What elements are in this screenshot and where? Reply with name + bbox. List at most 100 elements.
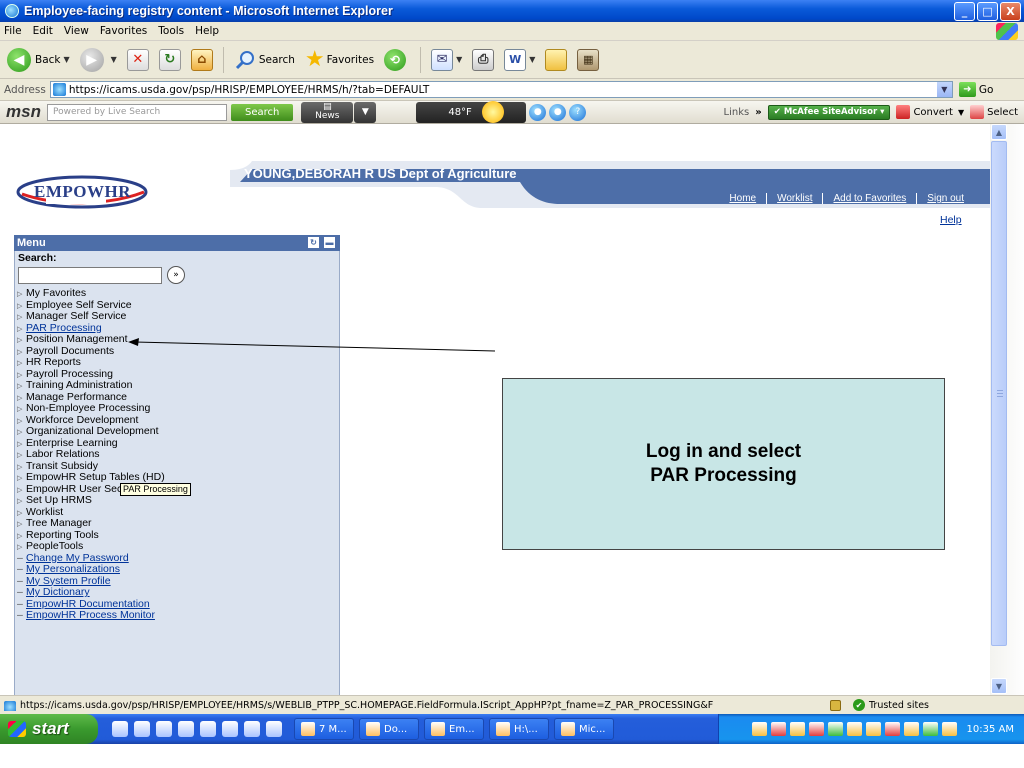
scroll-grip	[997, 396, 1003, 397]
menu-help[interactable]: Help	[195, 25, 219, 37]
tray-icon[interactable]	[884, 722, 900, 736]
help-link[interactable]: Help	[940, 214, 962, 226]
menu-item[interactable]: – EmpowHR Process Monitor	[17, 609, 167, 622]
back-dropdown-icon[interactable]: ▼	[64, 55, 70, 64]
mail-button[interactable]: ✉ ▼	[428, 45, 465, 75]
task-label: H:\...	[514, 723, 538, 735]
refresh-button[interactable]: ↻	[156, 45, 184, 75]
favorites-button[interactable]: ★ Favorites	[302, 45, 377, 75]
task-icon	[431, 722, 445, 736]
windows-logo-icon	[996, 23, 1018, 40]
print-button[interactable]: ⎙	[469, 45, 497, 75]
tray-icon[interactable]	[751, 722, 767, 736]
menu-edit[interactable]: Edit	[33, 25, 53, 37]
tray-icon[interactable]	[922, 722, 938, 736]
folder-button[interactable]	[542, 45, 570, 75]
tray-icon[interactable]	[789, 722, 805, 736]
expand-triangle-icon: ▷	[17, 314, 23, 321]
mail-dropdown-icon[interactable]: ▼	[456, 55, 462, 64]
favorites-label: Favorites	[326, 53, 375, 66]
mcafee-siteadvisor-button[interactable]: ✔ McAfee SiteAdvisor ▾	[767, 104, 891, 120]
task-button[interactable]: 7 M...	[294, 718, 354, 740]
task-button[interactable]: Em...	[424, 718, 484, 740]
menu-favorites[interactable]: Favorites	[100, 25, 147, 37]
sign-out-link[interactable]: Sign out	[917, 193, 974, 204]
menu-item-label: HR Reports	[26, 356, 81, 368]
stop-icon: ✕	[126, 48, 149, 71]
links-label[interactable]: Links	[724, 107, 750, 118]
close-button[interactable]: X	[1000, 2, 1021, 21]
msn-search-icon[interactable]: ●	[549, 103, 567, 121]
weather-widget[interactable]: 48°F	[416, 101, 527, 123]
history-button[interactable]: ⟲	[381, 45, 413, 75]
start-button[interactable]: start	[0, 714, 98, 744]
go-button[interactable]: ➜ Go	[958, 82, 993, 97]
news-dropdown-button[interactable]: ▼	[354, 101, 377, 123]
quicklaunch-icon[interactable]	[156, 721, 172, 737]
quicklaunch-icon[interactable]	[178, 721, 194, 737]
quicklaunch-icon[interactable]	[134, 721, 150, 737]
quicklaunch-icon[interactable]	[112, 721, 128, 737]
expand-triangle-icon: ▷	[17, 475, 23, 482]
back-button[interactable]: ◀ Back ▼	[4, 45, 73, 75]
quicklaunch-icon[interactable]	[222, 721, 238, 737]
menu-search-input[interactable]	[18, 267, 162, 284]
scroll-down-icon[interactable]: ▼	[991, 678, 1007, 694]
tray-icon[interactable]	[903, 722, 919, 736]
msn-search-input[interactable]: Powered by Live Search	[46, 103, 227, 121]
msn-logo[interactable]: msn	[6, 102, 41, 122]
refresh-menu-icon[interactable]: ↻	[308, 237, 319, 248]
task-button[interactable]: Mic...	[554, 718, 614, 740]
collapse-menu-icon[interactable]: ▬	[324, 237, 335, 248]
folder-icon	[545, 48, 568, 71]
research-button[interactable]: ▦	[574, 45, 602, 75]
msn-search-button[interactable]: Search	[230, 103, 294, 121]
menu-file[interactable]: File	[4, 25, 22, 37]
quicklaunch-icon[interactable]	[266, 721, 282, 737]
quicklaunch-icon[interactable]	[244, 721, 260, 737]
worklist-link[interactable]: Worklist	[767, 193, 824, 204]
convert-button[interactable]: Convert ▼	[896, 105, 964, 119]
address-input[interactable]: https://icams.usda.gov/psp/HRISP/EMPLOYE…	[49, 81, 953, 98]
msn-help-icon[interactable]: ?	[569, 103, 587, 121]
msn-messenger-icon[interactable]: ●	[529, 103, 547, 121]
tray-icon[interactable]	[808, 722, 824, 736]
news-button[interactable]: ▤ News	[301, 101, 354, 123]
select-label: Select	[987, 106, 1018, 118]
scroll-thumb[interactable]	[991, 141, 1007, 646]
security-zone[interactable]: ✔ Trusted sites	[853, 699, 929, 711]
menu-title: Menu	[17, 237, 46, 249]
home-link[interactable]: Home	[719, 193, 768, 204]
print-icon: ⎙	[472, 48, 495, 71]
search-button[interactable]: Search	[231, 45, 298, 75]
add-to-favorites-link[interactable]: Add to Favorites	[823, 193, 918, 204]
select-button[interactable]: Select	[970, 105, 1018, 119]
address-dropdown-icon[interactable]: ▼	[936, 82, 952, 97]
tray-icon[interactable]	[846, 722, 862, 736]
task-button[interactable]: Do...	[359, 718, 419, 740]
scroll-up-icon[interactable]: ▲	[991, 124, 1007, 140]
task-button[interactable]: H:\...	[489, 718, 549, 740]
tray-icon[interactable]	[770, 722, 786, 736]
tray-icon[interactable]	[941, 722, 957, 736]
lock-icon	[830, 699, 841, 711]
task-label: Em...	[449, 723, 475, 735]
edit-button[interactable]: W ▼	[501, 45, 538, 75]
chevron-right-icon[interactable]: »	[755, 107, 761, 118]
menu-item-label: EmpowHR Setup Tables (HD)	[26, 471, 165, 483]
forward-button[interactable]: ▶ ▼	[77, 45, 120, 75]
home-button[interactable]: ⌂	[188, 45, 216, 75]
vertical-scrollbar[interactable]: ▲ ▼	[990, 124, 1024, 695]
menu-view[interactable]: View	[64, 25, 89, 37]
minimize-button[interactable]: _	[954, 2, 975, 21]
tray-icon[interactable]	[865, 722, 881, 736]
maximize-button[interactable]: □	[977, 2, 998, 21]
menu-search-go-icon[interactable]: »	[167, 266, 185, 284]
stop-button[interactable]: ✕	[124, 45, 152, 75]
menu-tools[interactable]: Tools	[158, 25, 184, 37]
quicklaunch-icon[interactable]	[200, 721, 216, 737]
edit-dropdown-icon[interactable]: ▼	[529, 55, 535, 64]
tray-icon[interactable]	[827, 722, 843, 736]
forward-dropdown-icon[interactable]: ▼	[111, 55, 117, 64]
home-icon: ⌂	[190, 48, 213, 71]
